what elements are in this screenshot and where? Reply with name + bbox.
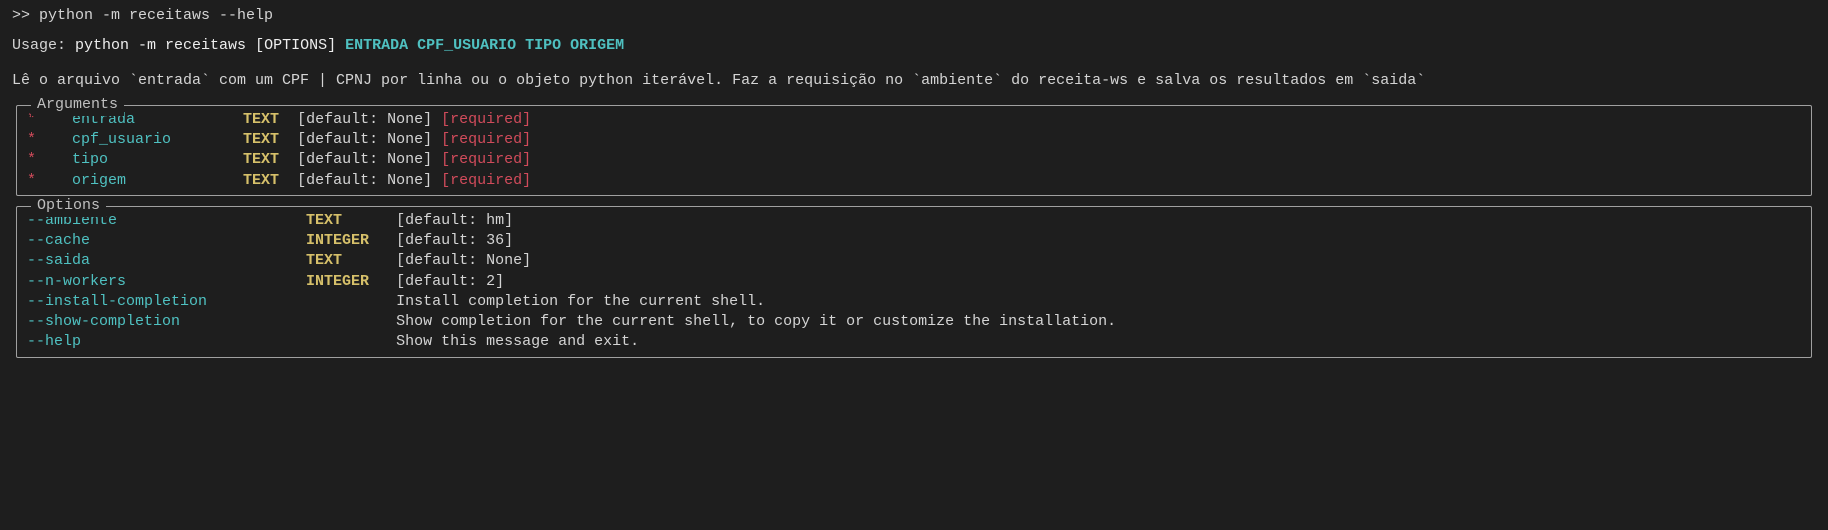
argument-required: [required]	[441, 131, 531, 148]
option-name: --install-completion	[27, 293, 306, 310]
command-prompt[interactable]: >> python -m receitaws --help	[12, 6, 1816, 26]
option-name: --help	[27, 333, 306, 350]
usage-args: ENTRADA CPF_USUARIO TIPO ORIGEM	[345, 37, 624, 54]
argument-type: TEXT	[243, 111, 297, 128]
argument-name: tipo	[72, 151, 243, 168]
argument-default: [default: None]	[297, 111, 441, 128]
argument-name: cpf_usuario	[72, 131, 243, 148]
required-star: *	[27, 131, 72, 148]
option-row: --install-completion Install completion …	[27, 292, 1801, 312]
prompt-text: >> python -m receitaws --help	[12, 7, 273, 24]
argument-row: * cpf_usuario TEXT [default: None] [requ…	[27, 130, 1801, 150]
argument-row: * origem TEXT [default: None] [required]	[27, 171, 1801, 191]
argument-type: TEXT	[243, 151, 297, 168]
option-row: --help Show this message and exit.	[27, 332, 1801, 352]
option-description: [default: 36]	[396, 232, 513, 249]
argument-default: [default: None]	[297, 151, 441, 168]
option-description: Install completion for the current shell…	[396, 293, 765, 310]
options-title: Options	[31, 196, 106, 216]
argument-name: origem	[72, 172, 243, 189]
option-row: --saida TEXT [default: None]	[27, 251, 1801, 271]
option-type	[306, 293, 396, 310]
options-panel: Options --ambiente TEXT [default: hm]--c…	[16, 206, 1812, 358]
option-name: --n-workers	[27, 273, 306, 290]
option-name: --saida	[27, 252, 306, 269]
option-type	[306, 313, 396, 330]
option-type: TEXT	[306, 252, 396, 269]
arguments-title: Arguments	[31, 95, 124, 115]
argument-type: TEXT	[243, 172, 297, 189]
usage-options-tag: [OPTIONS]	[255, 37, 336, 54]
argument-type: TEXT	[243, 131, 297, 148]
argument-row: * entrada TEXT [default: None] [required…	[27, 110, 1801, 130]
usage-command: python -m receitaws	[75, 37, 246, 54]
option-row: --cache INTEGER [default: 36]	[27, 231, 1801, 251]
option-type: INTEGER	[306, 273, 396, 290]
argument-required: [required]	[441, 172, 531, 189]
option-description: [default: hm]	[396, 212, 513, 229]
argument-default: [default: None]	[297, 131, 441, 148]
usage-label: Usage:	[12, 37, 66, 54]
option-type: TEXT	[306, 212, 396, 229]
option-type	[306, 333, 396, 350]
argument-row: * tipo TEXT [default: None] [required]	[27, 150, 1801, 170]
option-description: Show completion for the current shell, t…	[396, 313, 1116, 330]
arguments-panel: Arguments * entrada TEXT [default: None]…	[16, 105, 1812, 196]
required-star: *	[27, 172, 72, 189]
option-row: --ambiente TEXT [default: hm]	[27, 211, 1801, 231]
option-row: --n-workers INTEGER [default: 2]	[27, 272, 1801, 292]
usage-line: Usage: python -m receitaws [OPTIONS] ENT…	[12, 36, 1816, 56]
description-text: Lê o arquivo `entrada` com um CPF | CPNJ…	[12, 71, 1816, 91]
argument-required: [required]	[441, 111, 531, 128]
argument-required: [required]	[441, 151, 531, 168]
option-description: [default: None]	[396, 252, 531, 269]
option-description: [default: 2]	[396, 273, 504, 290]
option-row: --show-completion Show completion for th…	[27, 312, 1801, 332]
option-type: INTEGER	[306, 232, 396, 249]
option-description: Show this message and exit.	[396, 333, 639, 350]
argument-default: [default: None]	[297, 172, 441, 189]
required-star: *	[27, 151, 72, 168]
option-name: --show-completion	[27, 313, 306, 330]
option-name: --cache	[27, 232, 306, 249]
